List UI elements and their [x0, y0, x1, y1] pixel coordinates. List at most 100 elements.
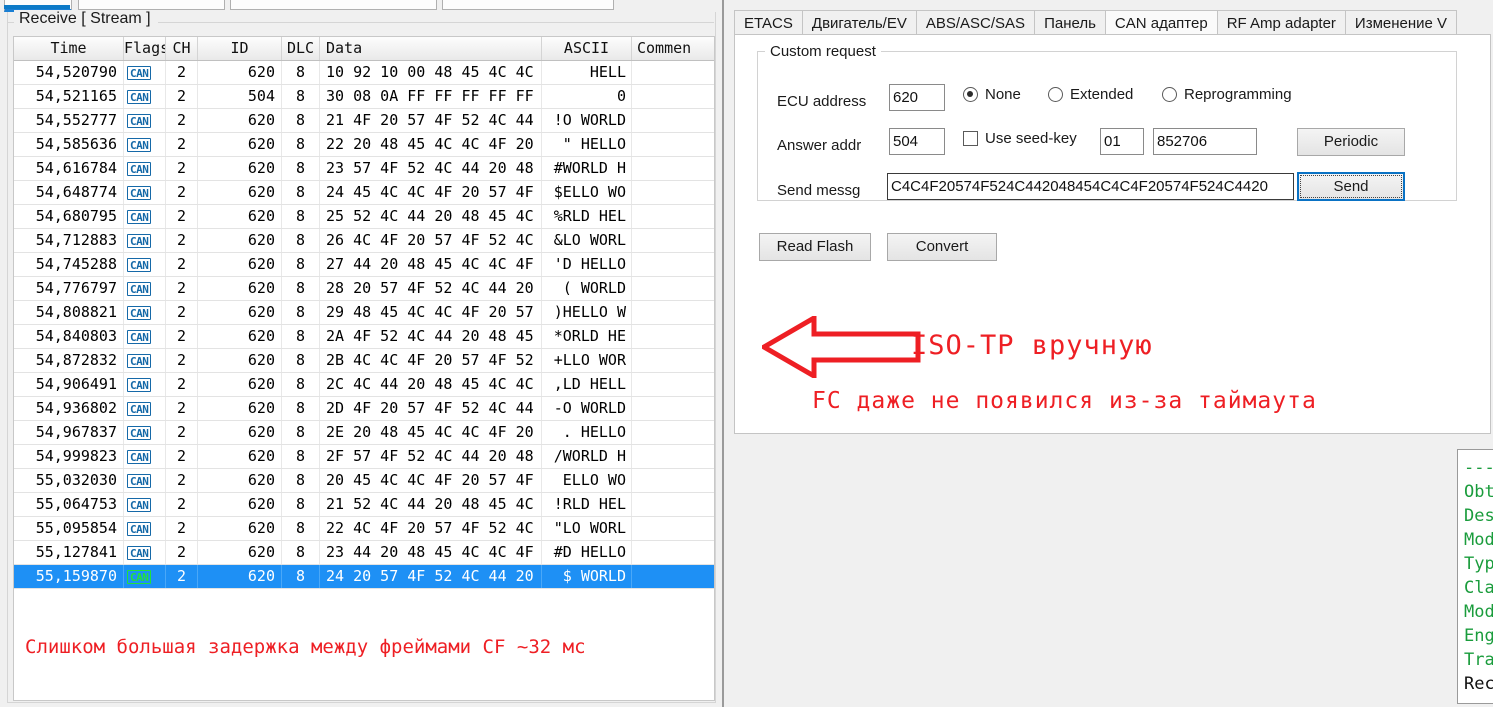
table-row[interactable]: 54,745288 CAN 2 620 8 27 44 20 48 45 4C 4C 4F…	[14, 253, 714, 277]
can-trace-table[interactable]: Time Flags CH ID DLC Data ASCII Commen 5…	[13, 36, 715, 624]
tab-4[interactable]: CAN адаптер	[1104, 10, 1218, 35]
tab-3[interactable]: Панель	[1034, 10, 1106, 35]
use-seed-key-checkbox[interactable]: Use seed-key	[963, 130, 1077, 147]
cell-time: 54,906491	[14, 373, 124, 396]
cell-comment	[632, 325, 712, 348]
table-row[interactable]: 54,712883 CAN 2 620 8 26 4C 4F 20 57 4F 52 4C…	[14, 229, 714, 253]
cell-comment	[632, 541, 712, 564]
table-row[interactable]: 54,585636 CAN 2 620 8 22 20 48 45 4C 4C 4F 20…	[14, 133, 714, 157]
left-tab-partial-2[interactable]	[78, 0, 225, 10]
can-flag-badge: CAN	[127, 473, 152, 488]
cell-time: 54,808821	[14, 301, 124, 324]
cell-flags: CAN	[124, 85, 166, 108]
table-row[interactable]: 54,872832 CAN 2 620 8 2B 4C 4C 4F 20 57 4F 52…	[14, 349, 714, 373]
cell-id: 620	[198, 181, 282, 204]
cell-id: 620	[198, 373, 282, 396]
cell-time: 54,999823	[14, 445, 124, 468]
cell-ascii: 'D HELLO	[542, 253, 632, 276]
cell-dlc: 8	[282, 349, 320, 372]
cell-data: 22 4C 4F 20 57 4F 52 4C	[320, 517, 542, 540]
read-flash-button[interactable]: Read Flash	[759, 233, 871, 261]
table-row[interactable]: 54,936802 CAN 2 620 8 2D 4F 20 57 4F 52 4C 44…	[14, 397, 714, 421]
table-row[interactable]: 55,159870 CAN 2 620 8 24 20 57 4F 52 4C 44 20…	[14, 565, 714, 589]
column-header-data[interactable]: Data	[320, 37, 542, 60]
cell-flags: CAN	[124, 229, 166, 252]
can-flag-badge: CAN	[127, 521, 152, 536]
cell-dlc: 8	[282, 541, 320, 564]
column-header-comment[interactable]: Commen	[632, 37, 712, 60]
table-row[interactable]: 55,127841 CAN 2 620 8 23 44 20 48 45 4C 4C 4F…	[14, 541, 714, 565]
mode-radio-extended[interactable]: Extended	[1048, 86, 1133, 103]
cell-id: 620	[198, 541, 282, 564]
mode-radio-none[interactable]: None	[963, 86, 1021, 103]
cell-data: 2A 4F 52 4C 44 20 48 45	[320, 325, 542, 348]
left-tab-partial-4[interactable]	[442, 0, 614, 10]
table-row[interactable]: 54,648774 CAN 2 620 8 24 45 4C 4C 4F 20 57 4F…	[14, 181, 714, 205]
tab-1[interactable]: Двигатель/EV	[801, 10, 917, 35]
tab-6[interactable]: Изменение V	[1344, 10, 1458, 35]
column-header-time[interactable]: Time	[14, 37, 124, 60]
table-row[interactable]: 54,840803 CAN 2 620 8 2A 4F 52 4C 44 20 48 45…	[14, 325, 714, 349]
cell-ch: 2	[166, 301, 198, 324]
cell-time: 54,521165	[14, 85, 124, 108]
table-row[interactable]: 54,552777 CAN 2 620 8 21 4F 20 57 4F 52 4C 44…	[14, 109, 714, 133]
send-messg-input[interactable]: C4C4F20574F524C442048454C4C4F20574F524C4…	[887, 173, 1294, 200]
cell-comment	[632, 469, 712, 492]
cell-ascii: 0	[542, 85, 632, 108]
cell-ch: 2	[166, 397, 198, 420]
console-output[interactable]: -------------- Obtaining vehicle informat…	[1457, 449, 1493, 704]
cell-id: 620	[198, 325, 282, 348]
cell-ch: 2	[166, 277, 198, 300]
seed-level-input[interactable]: 01	[1100, 128, 1144, 155]
send-button[interactable]: Send	[1297, 172, 1405, 201]
table-row[interactable]: 54,999823 CAN 2 620 8 2F 57 4F 52 4C 44 20 48…	[14, 445, 714, 469]
table-row[interactable]: 54,520790 CAN 2 620 8 10 92 10 00 48 45 4C 4C…	[14, 61, 714, 85]
table-row[interactable]: 54,906491 CAN 2 620 8 2C 4C 44 20 48 45 4C 4C…	[14, 373, 714, 397]
table-row[interactable]: 54,521165 CAN 2 504 8 30 08 0A FF FF FF FF FF…	[14, 85, 714, 109]
cell-dlc: 8	[282, 277, 320, 300]
tab-5[interactable]: RF Amp adapter	[1216, 10, 1346, 35]
periodic-button[interactable]: Periodic	[1297, 128, 1405, 156]
console-line: Received: nothing	[1464, 674, 1493, 694]
table-row[interactable]: 54,776797 CAN 2 620 8 28 20 57 4F 52 4C 44 20…	[14, 277, 714, 301]
left-tab-active-underline	[4, 5, 70, 9]
left-tab-partial-3[interactable]	[230, 0, 437, 10]
table-row[interactable]: 55,064753 CAN 2 620 8 21 52 4C 44 20 48 45 4C…	[14, 493, 714, 517]
can-flag-badge: CAN	[127, 449, 152, 464]
cell-flags: CAN	[124, 421, 166, 444]
column-header-ch[interactable]: CH	[166, 37, 198, 60]
cell-ch: 2	[166, 85, 198, 108]
console-line: Model Year: 2008	[1464, 602, 1493, 622]
table-row[interactable]: 54,808821 CAN 2 620 8 29 48 45 4C 4C 4F 20 57…	[14, 301, 714, 325]
table-row[interactable]: 54,680795 CAN 2 620 8 25 52 4C 44 20 48 45 4C…	[14, 205, 714, 229]
column-header-id[interactable]: ID	[198, 37, 282, 60]
cell-dlc: 8	[282, 205, 320, 228]
mode-radio-reprogramming[interactable]: Reprogramming	[1162, 86, 1292, 103]
checkbox-indicator	[963, 131, 978, 146]
column-header-dlc[interactable]: DLC	[282, 37, 320, 60]
cell-ch: 2	[166, 541, 198, 564]
table-row[interactable]: 54,616784 CAN 2 620 8 23 57 4F 52 4C 44 20 48…	[14, 157, 714, 181]
cell-time: 55,095854	[14, 517, 124, 540]
table-row[interactable]: 55,032030 CAN 2 620 8 20 45 4C 4C 4F 20 57 4F…	[14, 469, 714, 493]
can-flag-badge: CAN	[127, 329, 152, 344]
column-header-flags[interactable]: Flags	[124, 37, 166, 60]
cell-flags: CAN	[124, 469, 166, 492]
ecu-address-input[interactable]: 620	[889, 84, 945, 111]
tab-2[interactable]: ABS/ASC/SAS	[915, 10, 1036, 35]
table-row[interactable]: 54,967837 CAN 2 620 8 2E 20 48 45 4C 4C 4F 20…	[14, 421, 714, 445]
cell-ch: 2	[166, 61, 198, 84]
cell-dlc: 8	[282, 517, 320, 540]
answer-addr-input[interactable]: 504	[889, 128, 945, 155]
cell-flags: CAN	[124, 301, 166, 324]
tab-0[interactable]: ETACS	[734, 10, 803, 35]
table-row[interactable]: 55,095854 CAN 2 620 8 22 4C 4F 20 57 4F 52 4C…	[14, 517, 714, 541]
convert-button[interactable]: Convert	[887, 233, 997, 261]
cell-data: 25 52 4C 44 20 48 45 4C	[320, 205, 542, 228]
column-header-ascii[interactable]: ASCII	[542, 37, 632, 60]
can-flag-badge: CAN	[127, 209, 152, 224]
cell-ch: 2	[166, 229, 198, 252]
seed-key-input[interactable]: 852706	[1153, 128, 1257, 155]
cell-flags: CAN	[124, 133, 166, 156]
radio-reprogramming-label: Reprogramming	[1184, 86, 1292, 103]
